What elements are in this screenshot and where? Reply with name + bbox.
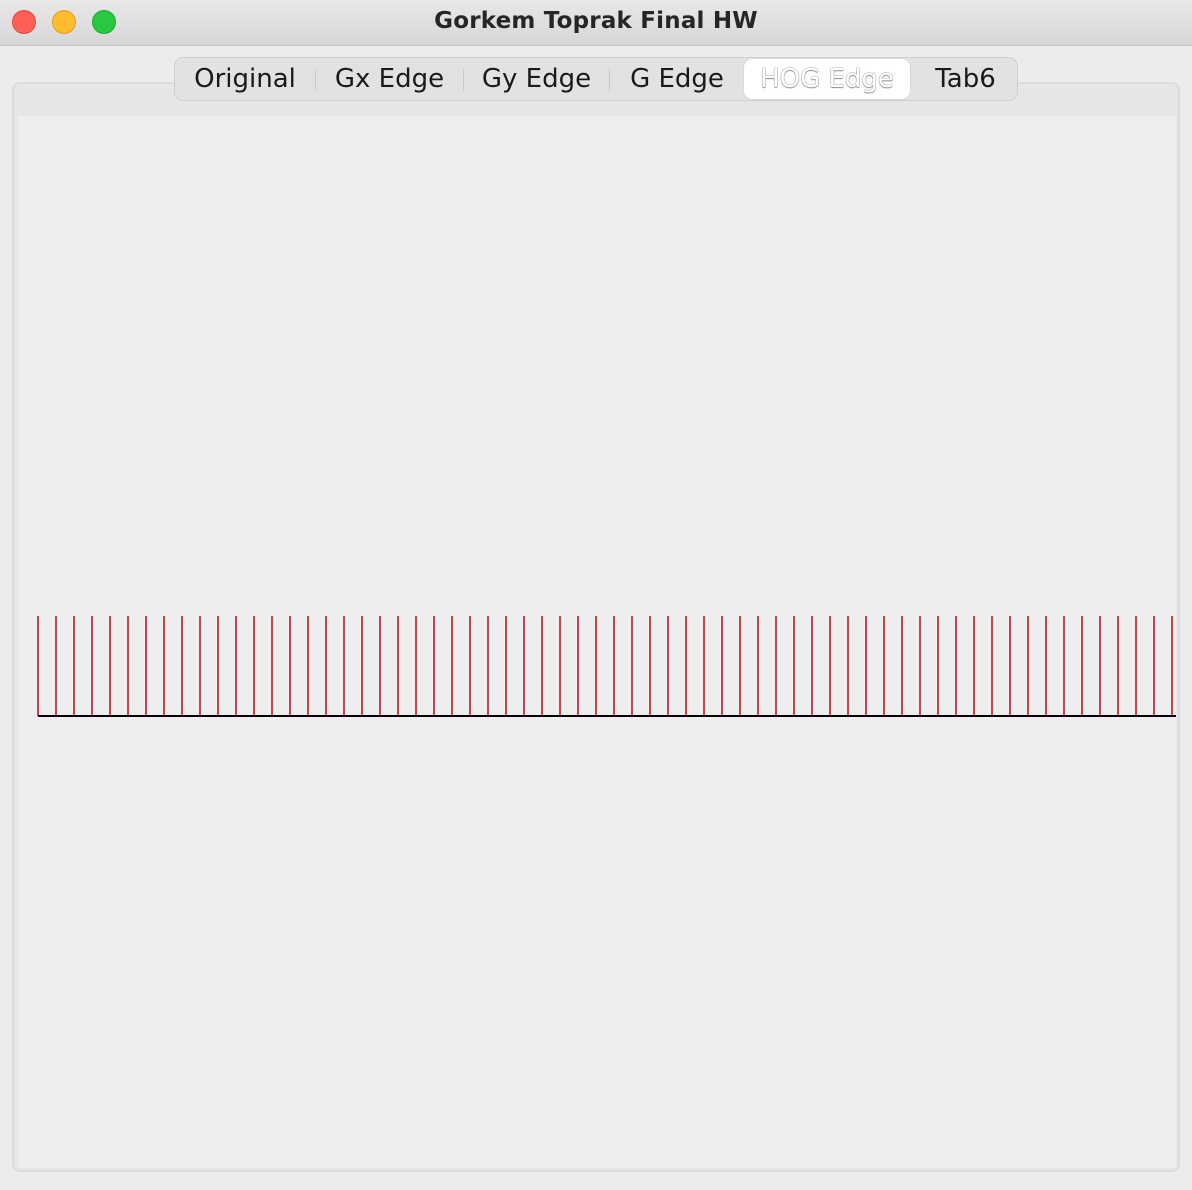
tab-gy-edge[interactable]: Gy Edge — [464, 58, 609, 100]
hog-histogram-plot — [37, 616, 1176, 717]
tab-tab6[interactable]: Tab6 — [913, 58, 1018, 100]
tab-g-edge[interactable]: G Edge — [610, 58, 744, 100]
app-window: Gorkem Toprak Final HW Original Gx Edge … — [0, 0, 1192, 1190]
tab-original[interactable]: Original — [175, 58, 315, 100]
tab-bar: Original Gx Edge Gy Edge G Edge HOG Edge… — [174, 57, 1018, 101]
window-title: Gorkem Toprak Final HW — [434, 8, 758, 34]
title-bar[interactable]: Gorkem Toprak Final HW — [0, 0, 1192, 46]
tab-hog-edge[interactable]: HOG Edge — [744, 59, 910, 99]
tab-gx-edge[interactable]: Gx Edge — [316, 58, 463, 100]
